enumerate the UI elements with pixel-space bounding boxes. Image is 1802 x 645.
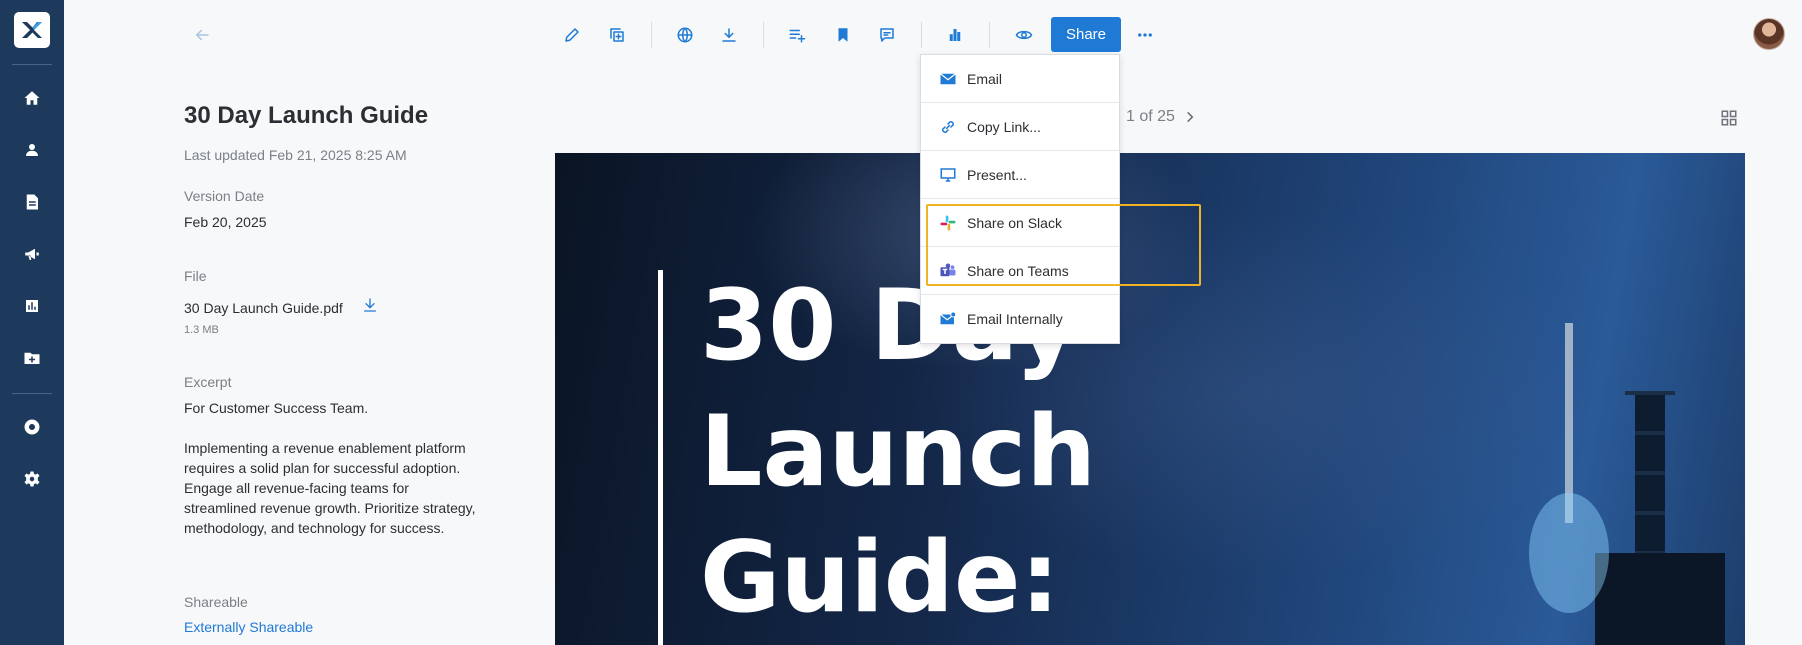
version-date-label: Version Date: [184, 188, 265, 204]
document-icon: [26, 194, 38, 210]
globe-icon: [677, 27, 693, 43]
download-icon: [364, 298, 376, 312]
last-updated-text: Last updated Feb 21, 2025 8:25 AM: [184, 147, 407, 163]
language-button[interactable]: [670, 20, 700, 50]
home-icon: [24, 91, 40, 105]
arrow-left-icon: [196, 29, 209, 41]
file-label: File: [184, 268, 207, 284]
bar-chart-icon: [949, 29, 961, 41]
logo-x-icon: [22, 22, 42, 38]
share-menu-item-teams[interactable]: Share on Teams: [921, 247, 1119, 295]
lifebuoy-icon: [24, 419, 40, 435]
more-options-button[interactable]: [1130, 20, 1160, 50]
toolbar-separator: [763, 22, 764, 48]
share-menu-label: Email: [967, 70, 1003, 87]
excerpt-body: Implementing a revenue enablement platfo…: [184, 440, 476, 536]
version-date-value: Feb 20, 2025: [184, 214, 267, 230]
file-size: 1.3 MB: [184, 324, 219, 336]
teams-icon: [940, 263, 956, 276]
back-button[interactable]: [187, 20, 217, 50]
bar-chart-icon: [26, 300, 38, 312]
download-icon: [722, 28, 736, 42]
share-menu-item-email-internally[interactable]: Email Internally: [921, 295, 1119, 343]
analytics-button[interactable]: [940, 20, 970, 50]
folder-icon: [24, 352, 40, 364]
share-menu-label: Share on Teams: [967, 262, 1069, 279]
shareable-label: Shareable: [184, 594, 248, 610]
copy-plus-icon: [610, 28, 624, 42]
sidebar-divider: [12, 64, 52, 65]
edit-button[interactable]: [557, 20, 587, 50]
pencil-icon: [565, 28, 579, 42]
share-menu-item-email[interactable]: Email: [921, 55, 1119, 103]
sidebar-item-analytics[interactable]: [16, 290, 48, 322]
app-logo[interactable]: [14, 12, 50, 48]
link-icon: [942, 120, 954, 133]
share-menu-item-slack[interactable]: Share on Slack: [921, 199, 1119, 247]
comments-button[interactable]: [872, 20, 902, 50]
megaphone-icon: [25, 248, 39, 260]
toolbar-separator: [921, 22, 922, 48]
share-button[interactable]: Share: [1051, 17, 1121, 52]
sidebar-item-settings[interactable]: [16, 463, 48, 495]
sidebar-item-contacts[interactable]: [16, 134, 48, 166]
add-to-playlist-button[interactable]: [782, 20, 812, 50]
document-preview[interactable]: 30 Day Launch Guide:: [555, 153, 1745, 645]
excerpt-label: Excerpt: [184, 374, 232, 390]
playlist-add-icon: [789, 29, 806, 43]
file-name: 30 Day Launch Guide.pdf: [184, 300, 343, 316]
sidebar-item-documents[interactable]: [16, 186, 48, 218]
share-menu-label: Email Internally: [967, 311, 1063, 327]
file-download-button[interactable]: [362, 297, 380, 315]
share-menu: Email Copy Link... Present... Share on S…: [920, 54, 1120, 344]
monitor-icon: [940, 167, 956, 182]
ellipsis-icon: [1138, 33, 1152, 37]
preview-accent-line: [658, 270, 663, 645]
sidebar-divider: [12, 393, 52, 394]
gear-icon: [24, 471, 40, 487]
sidebar-item-folders[interactable]: [16, 342, 48, 374]
slack-icon: [940, 215, 956, 230]
person-icon: [26, 144, 38, 156]
preview-button[interactable]: [1009, 20, 1039, 50]
share-menu-label: Share on Slack: [967, 214, 1062, 231]
comment-icon: [880, 28, 894, 42]
add-to-collection-button[interactable]: [602, 20, 632, 50]
share-menu-item-present[interactable]: Present...: [921, 151, 1119, 199]
preview-title-line: Launch: [700, 395, 1096, 509]
share-menu-label: Copy Link...: [967, 118, 1041, 135]
toolbar-separator: [651, 22, 652, 48]
share-menu-item-copy-link[interactable]: Copy Link...: [921, 103, 1119, 151]
sidebar-item-help[interactable]: [16, 411, 48, 443]
share-menu-label: Present...: [967, 166, 1027, 183]
envelope-icon: [940, 72, 956, 84]
grid-view-icon[interactable]: [1720, 109, 1738, 127]
sidebar-item-campaigns[interactable]: [16, 238, 48, 270]
toolbar-separator: [989, 22, 990, 48]
chevron-right-icon[interactable]: [1183, 110, 1197, 124]
user-avatar[interactable]: [1753, 18, 1785, 50]
download-button[interactable]: [714, 20, 744, 50]
document-title: 30 Day Launch Guide: [184, 102, 429, 129]
shareable-value-link[interactable]: Externally Shareable: [184, 619, 313, 635]
rocket-launch-image: [1529, 323, 1725, 645]
envelope-internal-icon: [940, 311, 957, 325]
bookmark-icon: [838, 28, 848, 42]
sidebar-item-home[interactable]: [16, 82, 48, 114]
preview-title-line: Guide:: [700, 521, 1060, 635]
page-navigator: 1 of 25: [1126, 108, 1197, 126]
eye-icon: [1015, 30, 1033, 40]
excerpt-intro: For Customer Success Team.: [184, 400, 369, 416]
bookmark-button[interactable]: [828, 20, 858, 50]
page-indicator: 1 of 25: [1126, 108, 1175, 125]
sidebar: [0, 0, 64, 645]
